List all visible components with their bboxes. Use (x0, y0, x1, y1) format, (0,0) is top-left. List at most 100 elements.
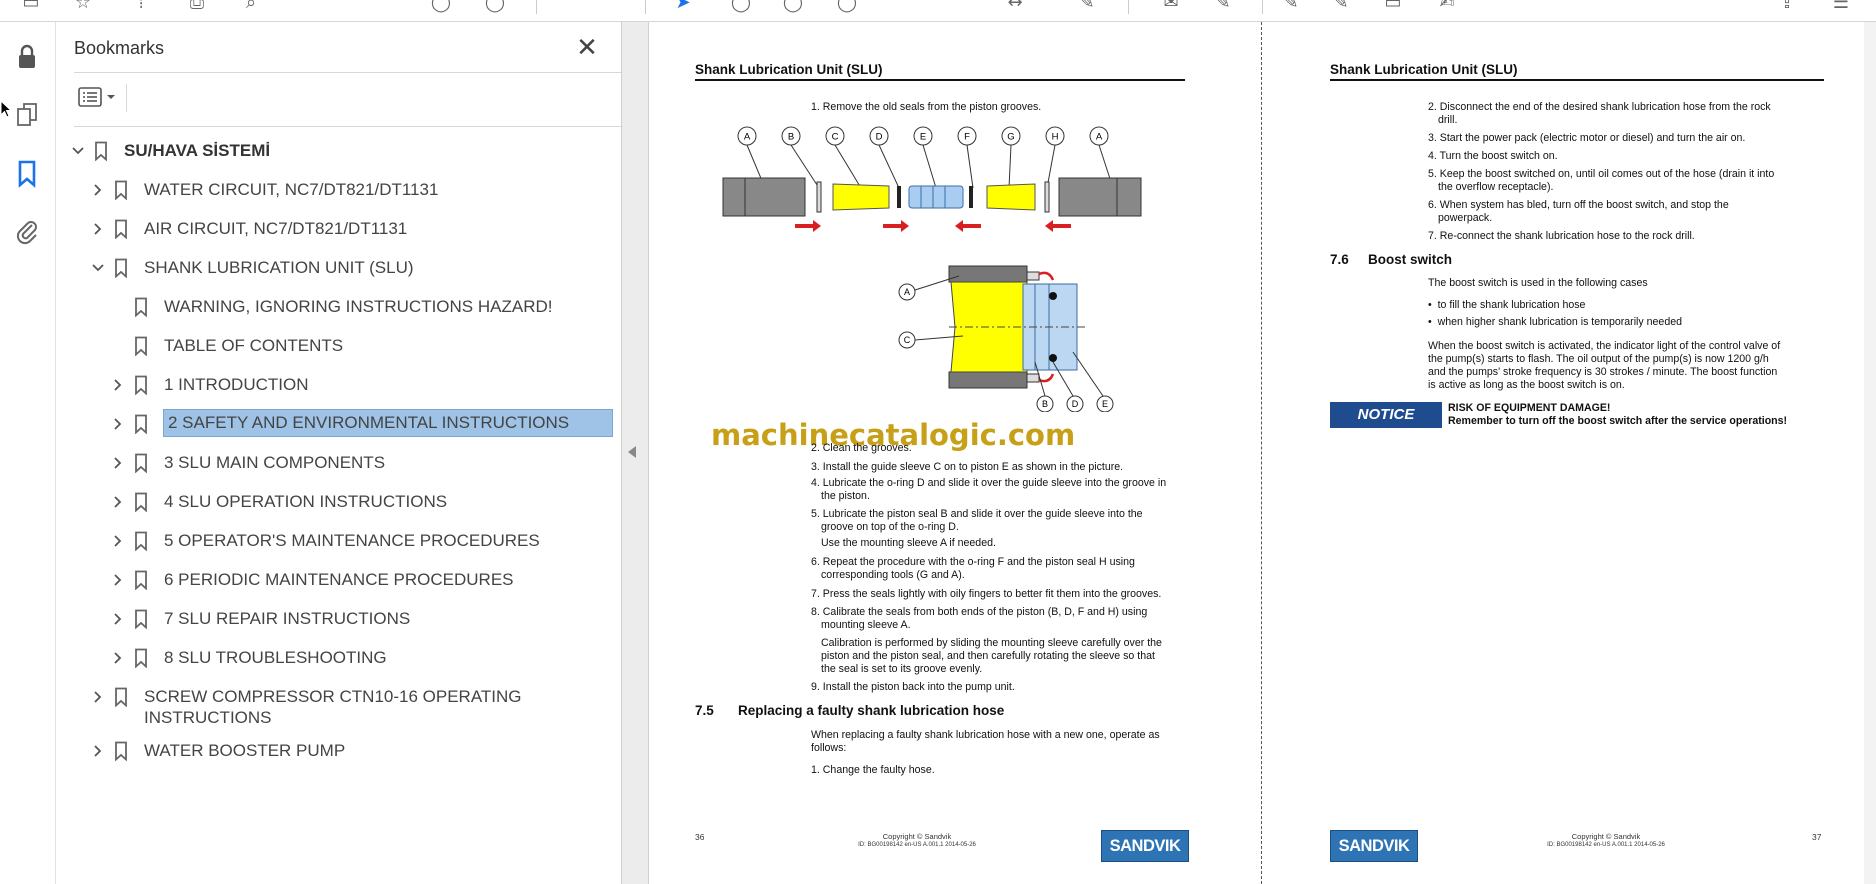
bookmark-icon (134, 492, 148, 513)
document-viewer[interactable]: Shank Lubrication Unit (SLU) 1. Remove t… (648, 22, 1876, 884)
chevron-right-icon[interactable] (90, 221, 106, 237)
top-toolbar: ▭ ☆ ⇡ ⎙ ⌕ ◯ ◯ ➤ ◯ ◯ ◯ ↔ ✎ ✉ ✎ ✎ ✎ ▭ ✍ ⇪ … (0, 0, 1876, 22)
panel-splitter[interactable] (621, 22, 648, 884)
chevron-down-icon[interactable] (70, 143, 86, 159)
chevron-right-icon[interactable] (90, 743, 106, 759)
body-text: follows: (811, 742, 847, 754)
bookmark-item[interactable]: WATER CIRCUIT, NC7/DT821/DT1131 (56, 176, 621, 206)
bookmark-item[interactable]: 5 OPERATOR'S MAINTENANCE PROCEDURES (56, 527, 621, 557)
print-icon[interactable]: ⎙ (186, 0, 208, 14)
chevron-right-icon[interactable] (110, 533, 126, 549)
bookmark-item[interactable]: 4 SLU OPERATION INSTRUCTIONS (56, 488, 621, 518)
bookmark-icon[interactable]: ☆ (72, 0, 94, 14)
sandvik-logo: SANDVIK (1330, 830, 1418, 862)
zoom-in-icon[interactable]: ◯ (836, 0, 858, 14)
step-line: 3. Install the guide sleeve C on to pist… (811, 461, 1124, 473)
collapse-panel-icon[interactable] (628, 446, 636, 458)
bookmark-item[interactable]: SCREW COMPRESSOR CTN10-16 OPERATING INSTR… (56, 683, 621, 735)
bookmark-icon (134, 375, 148, 396)
bookmark-item[interactable]: 8 SLU TROUBLESHOOTING (56, 644, 621, 674)
notice-title: RISK OF EQUIPMENT DAMAGE! (1448, 402, 1611, 414)
bookmark-item[interactable]: 3 SLU MAIN COMPONENTS (56, 449, 621, 479)
next-page-icon[interactable]: ◯ (484, 0, 506, 14)
prev-page-icon[interactable]: ◯ (430, 0, 452, 14)
piston-section-figure: A C B D E (898, 265, 1114, 412)
step-line: 7. Re-connect the shank lubrication hose… (1428, 230, 1695, 242)
page-number: 37 (1812, 832, 1822, 842)
chevron-right-icon[interactable] (110, 494, 126, 510)
lock-icon[interactable] (12, 42, 42, 72)
sign-icon[interactable]: ✍ (1436, 0, 1458, 14)
chevron-right-icon[interactable] (90, 689, 106, 705)
bookmark-item[interactable]: AIR CIRCUIT, NC7/DT821/DT1131 (56, 215, 621, 245)
chevron-right-icon[interactable] (90, 182, 106, 198)
draw-icon[interactable]: ✎ (1280, 0, 1302, 14)
chevron-right-icon[interactable] (110, 377, 126, 393)
close-icon[interactable]: ✕ (574, 34, 600, 60)
edit-icon[interactable]: ✎ (1330, 0, 1352, 14)
bookmark-icon (134, 453, 148, 474)
callout-letter: B (1042, 399, 1048, 409)
bookmark-item[interactable]: 6 PERIODIC MAINTENANCE PROCEDURES (56, 566, 621, 596)
chevron-right-icon[interactable] (110, 416, 126, 432)
bookmark-label: SHANK LUBRICATION UNIT (SLU) (144, 258, 414, 277)
zoom-out-icon[interactable]: ◯ (782, 0, 804, 14)
bookmark-item[interactable]: 7 SLU REPAIR INSTRUCTIONS (56, 605, 621, 635)
bookmark-icon (114, 258, 128, 279)
bookmark-item[interactable]: WARNING, IGNORING INSTRUCTIONS HAZARD! (56, 293, 621, 323)
callout-letter: B (788, 132, 794, 143)
bookmark-label: 4 SLU OPERATION INSTRUCTIONS (164, 492, 448, 511)
callout-letter: A (744, 132, 751, 143)
chevron-right-icon[interactable] (110, 650, 126, 666)
callout-letter: C (904, 335, 911, 345)
step-line: 4. Turn the boost switch on. (1428, 150, 1558, 162)
share-icon[interactable]: ⇪ (1776, 0, 1798, 14)
bookmarks-panel-icon[interactable] (12, 158, 42, 188)
vertical-scrollbar[interactable] (1864, 22, 1876, 884)
chevron-right-icon[interactable] (110, 611, 126, 627)
chevron-right-icon[interactable] (110, 455, 126, 471)
upload-icon[interactable]: ⇡ (130, 0, 152, 14)
bookmark-icon (134, 414, 148, 435)
search-icon[interactable]: ⌕ (240, 0, 262, 14)
bookmark-item[interactable]: SHANK LUBRICATION UNIT (SLU) (56, 254, 621, 284)
bookmark-label: 2 SAFETY AND ENVIRONMENTAL INSTRUCTIONS (163, 409, 613, 437)
bookmark-item[interactable]: WATER BOOSTER PUMP (56, 737, 621, 767)
bookmark-item[interactable]: 1 INTRODUCTION (56, 371, 621, 401)
bookmark-label: AIR CIRCUIT, NC7/DT821/DT1131 (144, 219, 408, 238)
step-line: corresponding tools (G and A). (821, 569, 965, 581)
callout-letter: A (904, 287, 910, 297)
annotate-icon[interactable]: ✎ (1076, 0, 1098, 14)
step-line: 4. Lubricate the o-ring D and slide it o… (811, 477, 1167, 489)
hand-tool-icon[interactable]: ◯ (730, 0, 752, 14)
attachments-icon[interactable] (12, 216, 42, 246)
section-number: 7.5 (695, 703, 714, 718)
select-tool-icon[interactable]: ➤ (672, 0, 694, 14)
chevron-right-icon[interactable] (110, 572, 126, 588)
comment-icon[interactable]: ✉ (1160, 0, 1182, 14)
paragraph-line: and the pumps' stroke frequency is 30 st… (1428, 366, 1778, 378)
bookmark-item[interactable]: 2 SAFETY AND ENVIRONMENTAL INSTRUCTIONS (56, 409, 621, 440)
piston-exploded-figure: ABCDEFGHA (722, 126, 1142, 232)
highlight-icon[interactable]: ✎ (1212, 0, 1234, 14)
step-line: 6. Repeat the procedure with the o-ring … (811, 556, 1135, 568)
step-line: 3. Start the power pack (electric motor … (1428, 132, 1746, 144)
notice-badge: NOTICE (1330, 402, 1442, 428)
bookmark-icon (114, 180, 128, 201)
bookmark-label: 1 INTRODUCTION (164, 375, 309, 394)
menu-icon[interactable]: ☰ (1830, 0, 1852, 14)
step-line: 2. Clean the grooves. (811, 442, 912, 454)
step-line: Use the mounting sleeve A if needed. (821, 537, 996, 549)
page-thumbnails-icon[interactable] (12, 98, 42, 128)
thumbnails-icon[interactable]: ▭ (20, 0, 42, 14)
fit-width-icon[interactable]: ↔ (1004, 0, 1026, 14)
bookmark-icon (134, 648, 148, 669)
bookmark-options-button[interactable] (76, 84, 120, 110)
bookmark-item[interactable]: TABLE OF CONTENTS (56, 332, 621, 362)
bookmark-item[interactable]: SU/HAVA SİSTEMİ (56, 137, 621, 167)
bookmark-label: 7 SLU REPAIR INSTRUCTIONS (164, 609, 411, 628)
callout-letter: G (1007, 132, 1014, 143)
stamp-icon[interactable]: ▭ (1382, 0, 1404, 14)
page-header: Shank Lubrication Unit (SLU) (695, 62, 883, 77)
chevron-down-icon[interactable] (90, 260, 106, 276)
